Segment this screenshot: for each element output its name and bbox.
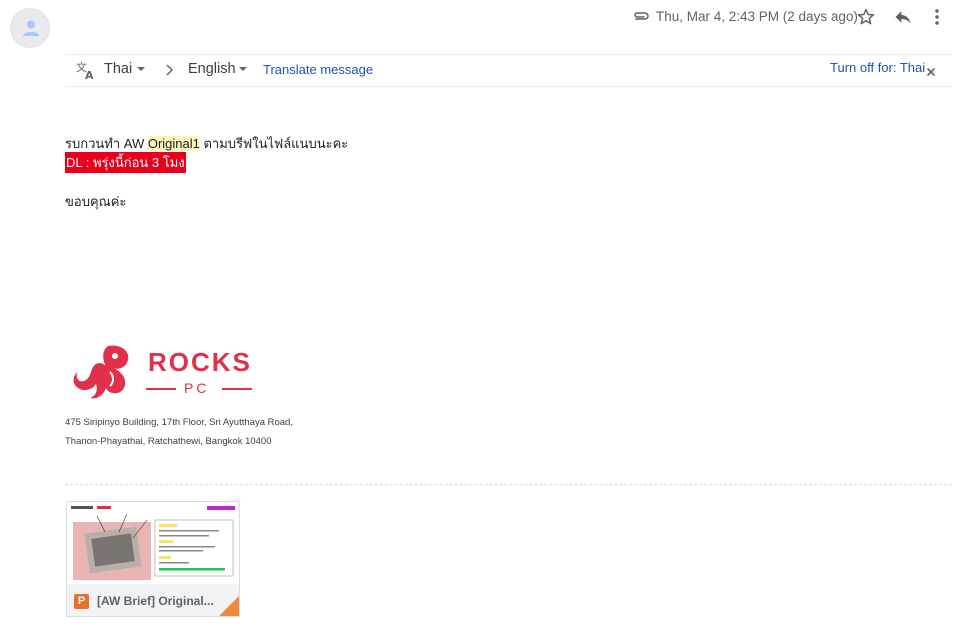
highlighted-text: Original1 xyxy=(147,136,200,151)
logo-wordmark: ROCKS xyxy=(148,347,252,377)
logo-subtitle-text: PC xyxy=(184,380,210,396)
message-text: ตามบรีฟในไฟล์แนบนะคะ xyxy=(199,136,349,151)
logo-rule-left xyxy=(146,388,176,390)
sender-avatar[interactable] xyxy=(10,8,50,48)
person-icon xyxy=(23,20,39,36)
file-corner-icon xyxy=(217,596,239,616)
turn-off-translate-link[interactable]: Turn off for: Thai xyxy=(830,60,925,75)
message-line-request: รบกวนทำ AW Original1 ตามบรีฟในไฟล์แนบนะค… xyxy=(65,133,348,154)
address-line-1: 475 Siripinyo Building, 17th Floor, Sri … xyxy=(65,417,293,428)
attachment-filename: [AW Brief] Original... xyxy=(97,594,214,608)
translate-icon: 文 A xyxy=(76,60,96,85)
message-line-thanks: ขอบคุณค่ะ xyxy=(65,194,127,209)
translate-bar-divider-top xyxy=(65,54,952,55)
more-options-icon[interactable] xyxy=(934,7,940,32)
logo-subtitle: PC xyxy=(146,380,254,397)
attachment-card[interactable]: P [AW Brief] Original... xyxy=(66,501,240,617)
message-date: Thu, Mar 4, 2:43 PM (2 days ago) xyxy=(656,9,858,24)
message-text: รบกวนทำ AW xyxy=(65,136,148,151)
target-language-select[interactable]: English xyxy=(188,61,236,77)
source-language-select[interactable]: Thai xyxy=(104,61,132,77)
translate-bar-divider-bottom xyxy=(65,86,952,87)
chevron-right-icon xyxy=(165,63,174,81)
attachment-clip-icon xyxy=(632,9,650,28)
target-language-caret-icon[interactable] xyxy=(239,67,247,71)
svg-text:A: A xyxy=(85,69,94,80)
attachments-divider xyxy=(65,484,952,485)
translate-message-link[interactable]: Translate message xyxy=(263,62,373,77)
address-line-2: Thanon-Phayathai, Ratchathewi, Bangkok 1… xyxy=(65,436,272,447)
attachment-footer: P [AW Brief] Original... xyxy=(67,584,239,616)
star-icon[interactable] xyxy=(856,7,876,32)
powerpoint-file-icon: P xyxy=(74,594,89,609)
attachment-thumbnail xyxy=(67,502,239,584)
close-translate-bar-icon[interactable] xyxy=(926,64,936,82)
source-language-caret-icon[interactable] xyxy=(137,67,145,71)
rocks-pc-logo-mark-icon xyxy=(68,342,150,411)
logo-rule-right xyxy=(222,388,252,390)
message-line-deadline: DL : พรุ่งนี้ก่อน 3 โมง xyxy=(65,152,186,173)
reply-icon[interactable] xyxy=(893,8,913,31)
